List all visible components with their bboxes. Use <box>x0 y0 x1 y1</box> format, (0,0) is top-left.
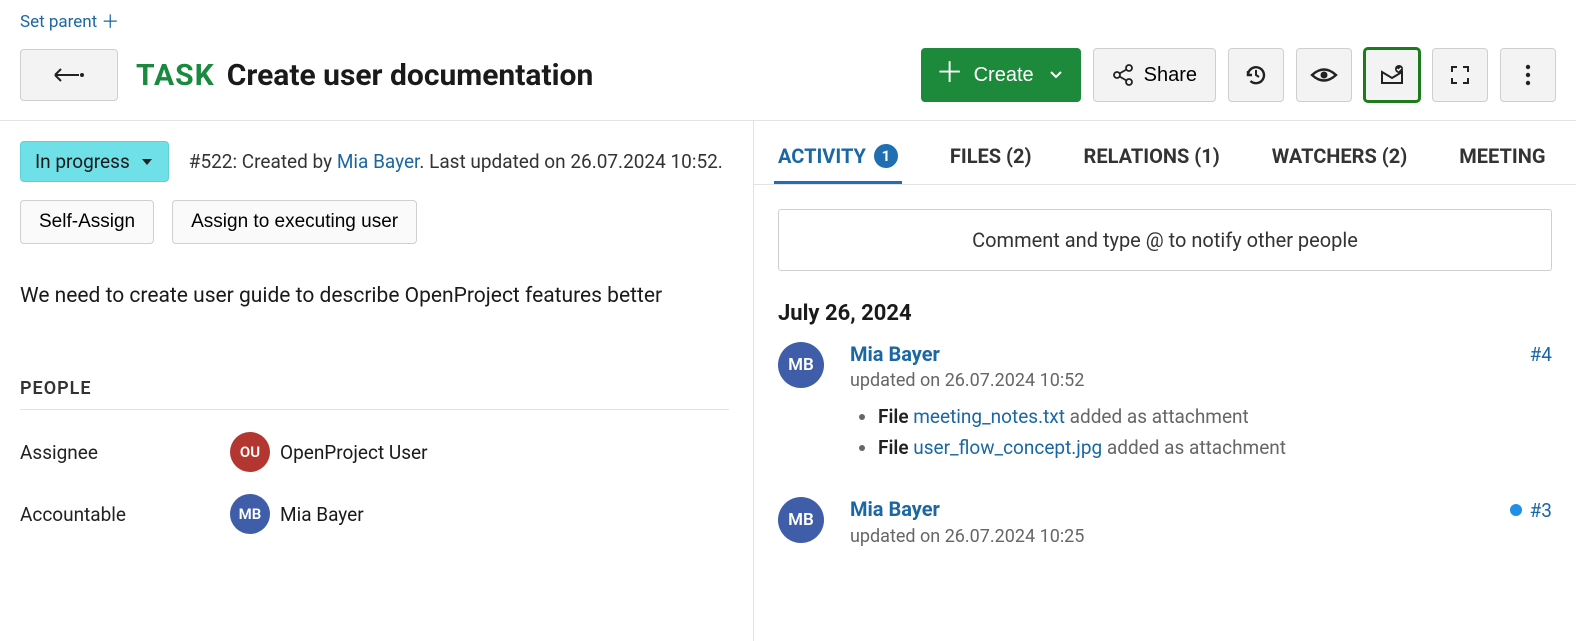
tab-activity[interactable]: ACTIVITY 1 <box>774 126 902 184</box>
accountable-row: Accountable MB Mia Bayer <box>20 494 729 534</box>
activity-entry: MB Mia Bayer #3 updated on 26.07.2024 10… <box>778 497 1552 547</box>
share-button[interactable]: Share <box>1093 48 1216 102</box>
task-title: Create user documentation <box>227 58 594 93</box>
caret-down-icon <box>1050 71 1062 79</box>
history-icon <box>1243 62 1269 88</box>
activity-change-item: File meeting_notes.txt added as attachme… <box>878 405 1552 428</box>
change-file-link[interactable]: meeting_notes.txt <box>913 405 1065 428</box>
meta-prefix: #522: Created by <box>189 150 337 173</box>
change-suffix: added as attachment <box>1102 436 1286 459</box>
details-pane: In progress #522: Created by Mia Bayer. … <box>0 121 754 641</box>
activity-meta: updated on 26.07.2024 10:25 <box>850 526 1552 547</box>
tab-activity-label: ACTIVITY <box>778 144 866 168</box>
people-section-label: PEOPLE <box>20 378 729 410</box>
tabs: ACTIVITY 1 FILES (2) RELATIONS (1) WATCH… <box>754 121 1576 185</box>
mark-read-button[interactable] <box>1364 48 1420 102</box>
eye-icon <box>1310 66 1338 84</box>
expand-icon <box>1449 64 1471 86</box>
activity-ref-label: #3 <box>1530 499 1552 522</box>
assignee-label: Assignee <box>20 441 230 464</box>
kebab-icon <box>1525 64 1531 86</box>
title-block: TASK Create user documentation <box>136 58 593 93</box>
activity-avatar[interactable]: MB <box>778 497 824 543</box>
watch-button[interactable] <box>1296 48 1352 102</box>
assign-executing-button[interactable]: Assign to executing user <box>172 200 417 244</box>
accountable-name: Mia Bayer <box>280 503 364 526</box>
activity-author-link[interactable]: Mia Bayer <box>850 497 940 521</box>
assignee-row: Assignee OU OpenProject User <box>20 432 729 472</box>
meta-author-link[interactable]: Mia Bayer <box>337 150 420 173</box>
change-prefix: File <box>878 405 913 428</box>
activity-change-item: File user_flow_concept.jpg added as atta… <box>878 436 1552 459</box>
activity-entry: MB Mia Bayer #4 updated on 26.07.2024 10… <box>778 342 1552 467</box>
meta-line: #522: Created by Mia Bayer. Last updated… <box>189 150 723 173</box>
activity-ref-link[interactable]: #3 <box>1510 499 1552 522</box>
activity-meta: updated on 26.07.2024 10:52 <box>850 370 1552 391</box>
envelope-check-icon <box>1379 64 1405 86</box>
activity-avatar[interactable]: MB <box>778 342 824 388</box>
fullscreen-button[interactable] <box>1432 48 1488 102</box>
create-label: Create <box>974 64 1034 87</box>
more-actions-button[interactable] <box>1500 48 1556 102</box>
task-type-label: TASK <box>136 58 215 93</box>
activity-changes: File meeting_notes.txt added as attachme… <box>850 405 1552 459</box>
change-file-link[interactable]: user_flow_concept.jpg <box>913 436 1102 459</box>
plus-icon: ＋ <box>936 59 964 87</box>
create-button[interactable]: ＋ Create <box>921 48 1081 102</box>
status-selector[interactable]: In progress <box>20 141 169 182</box>
back-button[interactable] <box>20 49 118 101</box>
activity-ref-link[interactable]: #4 <box>1530 343 1552 366</box>
assignee-name: OpenProject User <box>280 441 428 464</box>
status-label: In progress <box>35 150 130 173</box>
activity-timer-button[interactable] <box>1228 48 1284 102</box>
tab-watchers[interactable]: WATCHERS (2) <box>1268 126 1411 184</box>
tab-files[interactable]: FILES (2) <box>946 126 1036 184</box>
activity-ref-label: #4 <box>1530 343 1552 366</box>
set-parent-link[interactable]: Set parent＋ <box>20 12 119 32</box>
tab-meetings[interactable]: MEETING <box>1455 126 1549 184</box>
self-assign-button[interactable]: Self-Assign <box>20 200 154 244</box>
assignee-avatar[interactable]: OU <box>230 432 270 472</box>
caret-down-icon <box>140 157 154 167</box>
activity-pane: ACTIVITY 1 FILES (2) RELATIONS (1) WATCH… <box>754 121 1576 641</box>
plus-icon: ＋ <box>101 12 119 33</box>
change-prefix: File <box>878 436 913 459</box>
meta-suffix: . Last updated on 26.07.2024 10:52. <box>419 150 722 173</box>
activity-date-header: July 26, 2024 <box>778 301 1552 326</box>
share-icon <box>1112 64 1134 86</box>
unread-dot-icon <box>1510 504 1522 516</box>
back-arrow-icon <box>53 66 85 84</box>
description-text: We need to create user guide to describe… <box>20 284 729 308</box>
set-parent-label: Set parent <box>20 12 97 32</box>
comment-input[interactable]: Comment and type @ to notify other peopl… <box>778 209 1552 271</box>
accountable-avatar[interactable]: MB <box>230 494 270 534</box>
change-suffix: added as attachment <box>1065 405 1249 428</box>
tab-relations[interactable]: RELATIONS (1) <box>1080 126 1224 184</box>
activity-badge: 1 <box>874 144 898 168</box>
accountable-label: Accountable <box>20 503 230 526</box>
share-label: Share <box>1144 64 1197 87</box>
header-row: TASK Create user documentation ＋ Create … <box>0 38 1576 120</box>
activity-author-link[interactable]: Mia Bayer <box>850 342 940 366</box>
